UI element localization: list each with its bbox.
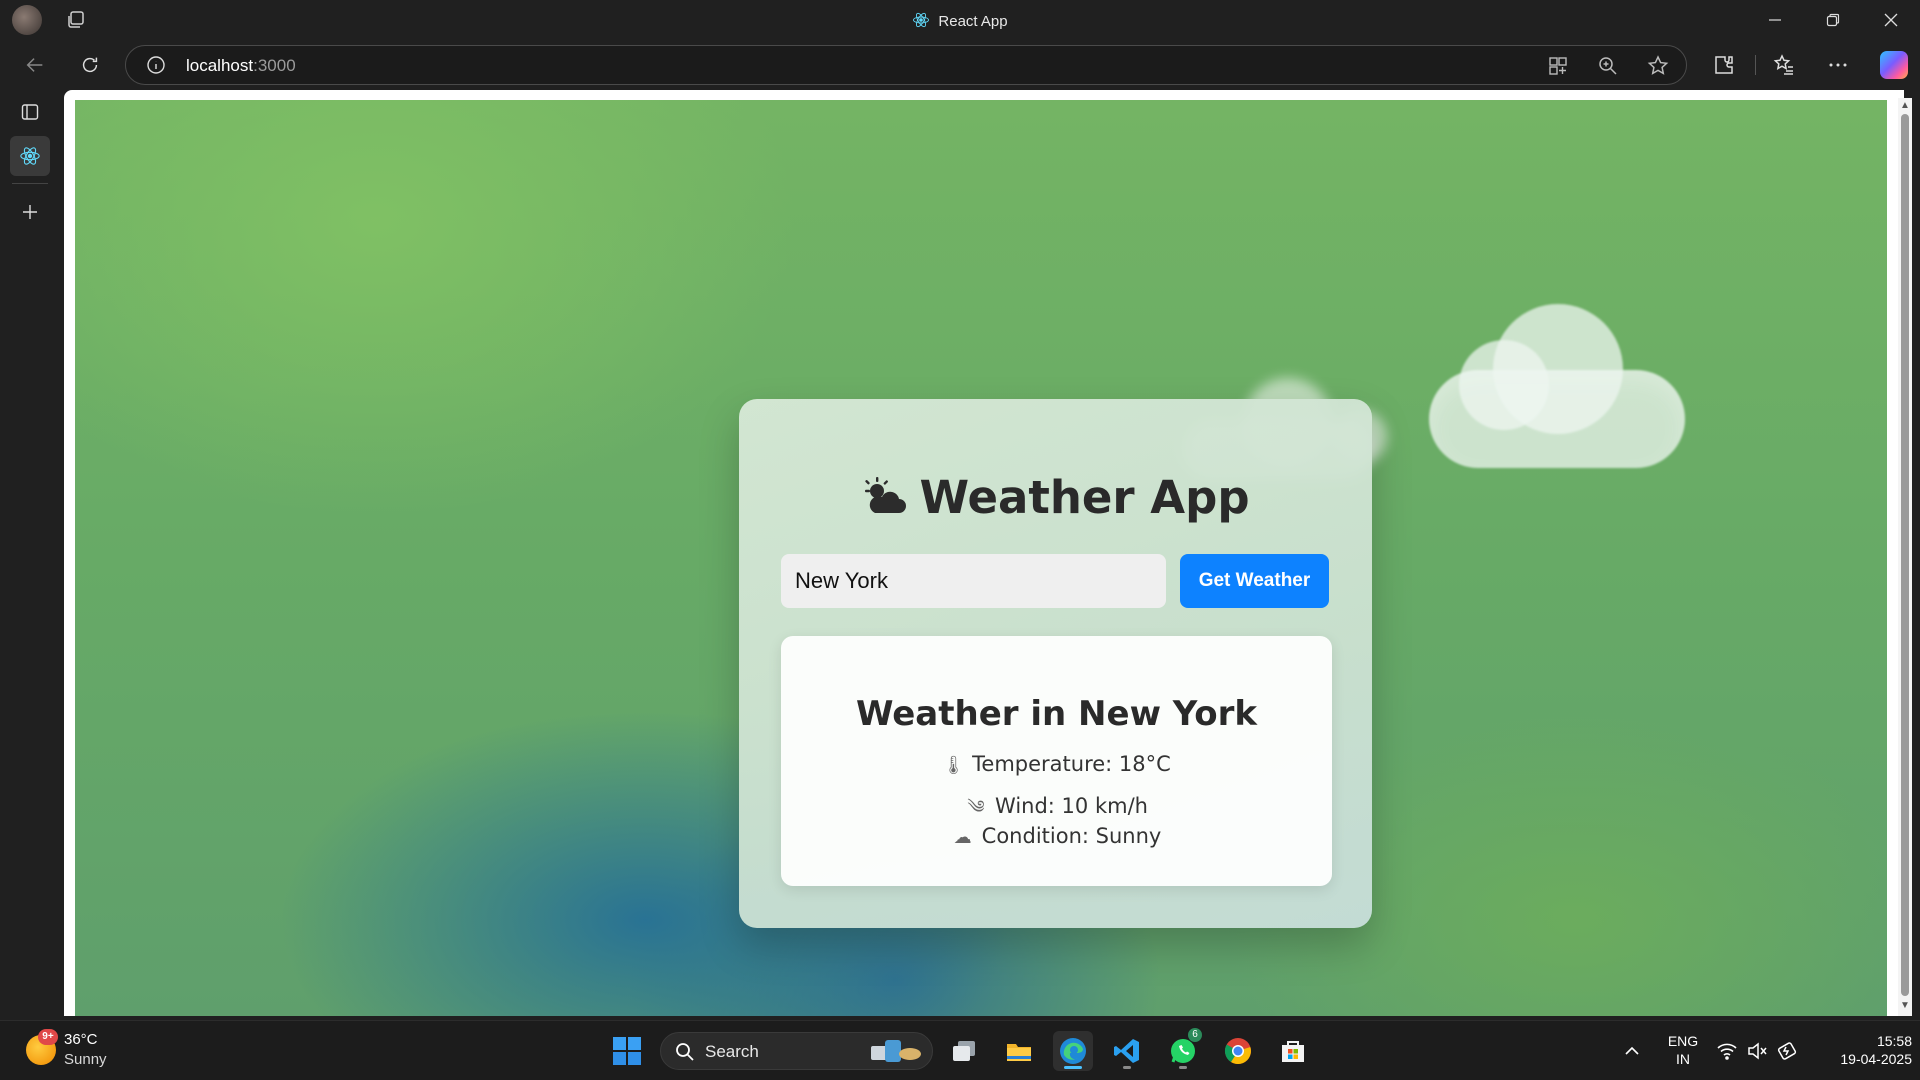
cloud-decoration bbox=[1429, 304, 1685, 468]
window-title-text: React App bbox=[938, 13, 1008, 30]
taskbar-vscode[interactable] bbox=[1107, 1031, 1147, 1071]
language-code: ENG bbox=[1667, 1033, 1699, 1049]
copilot-icon[interactable] bbox=[1880, 51, 1908, 79]
wind-text: Wind: 10 km/h bbox=[995, 794, 1148, 818]
sidebar-divider bbox=[12, 183, 48, 184]
react-logo-icon bbox=[913, 12, 930, 28]
scroll-down-arrow-icon[interactable]: ▼ bbox=[1900, 1001, 1910, 1011]
taskbar-file-explorer[interactable] bbox=[999, 1031, 1039, 1071]
refresh-button[interactable] bbox=[73, 48, 107, 82]
toolbar-divider bbox=[1755, 55, 1756, 75]
extensions-icon[interactable] bbox=[1712, 53, 1736, 77]
clock-time: 15:58 bbox=[1876, 1033, 1912, 1049]
tab-panel-icon bbox=[21, 104, 39, 120]
title-bar: React App bbox=[0, 0, 1920, 40]
start-button[interactable] bbox=[607, 1031, 647, 1071]
clock-date: 19-04-2025 bbox=[1840, 1051, 1912, 1067]
restore-icon bbox=[1826, 13, 1840, 27]
close-icon bbox=[1884, 13, 1898, 27]
folder-icon bbox=[1007, 1044, 1031, 1061]
taskbar-task-view[interactable] bbox=[944, 1031, 984, 1071]
site-info-icon[interactable] bbox=[146, 55, 166, 75]
scroll-up-arrow-icon[interactable]: ▲ bbox=[1900, 101, 1910, 111]
favorites-icon[interactable] bbox=[1772, 53, 1796, 77]
more-options-icon[interactable] bbox=[1826, 53, 1850, 77]
app-title-text: Weather App bbox=[919, 471, 1250, 524]
chrome-icon bbox=[1224, 1038, 1251, 1065]
speaker-muted-icon[interactable] bbox=[1746, 1040, 1768, 1062]
back-arrow-icon bbox=[26, 58, 43, 72]
tab-react-app[interactable] bbox=[10, 136, 50, 176]
running-app-indicator bbox=[1179, 1066, 1187, 1069]
react-logo-icon bbox=[20, 147, 40, 165]
search-highlight-icon bbox=[869, 1040, 925, 1064]
city-search-input[interactable] bbox=[781, 554, 1166, 608]
window-title: React App bbox=[0, 11, 1920, 30]
app-available-icon[interactable] bbox=[1546, 54, 1570, 78]
taskbar-search[interactable]: Search bbox=[660, 1032, 933, 1070]
page-title: Weather App bbox=[739, 471, 1372, 524]
taskbar-whatsapp[interactable]: 6 bbox=[1163, 1027, 1203, 1071]
zoom-icon[interactable] bbox=[1596, 54, 1620, 78]
input-language[interactable]: ENG IN bbox=[1664, 1032, 1702, 1068]
region-code: IN bbox=[1676, 1051, 1690, 1067]
sun-behind-cloud-icon bbox=[865, 477, 907, 513]
minimize-button[interactable] bbox=[1746, 0, 1804, 40]
minimize-icon bbox=[1769, 19, 1781, 21]
active-app-indicator bbox=[1064, 1066, 1082, 1069]
url-port: :3000 bbox=[253, 56, 296, 75]
taskbar-edge[interactable] bbox=[1053, 1031, 1093, 1071]
taskbar-store[interactable] bbox=[1273, 1031, 1313, 1071]
refresh-icon bbox=[82, 57, 98, 73]
result-title: Weather in New York bbox=[855, 694, 1258, 734]
taskbar-temperature[interactable]: 36°C bbox=[64, 1031, 98, 1048]
microsoft-store-icon bbox=[1282, 1041, 1304, 1062]
vertical-tabs-sidebar bbox=[0, 90, 64, 1020]
back-button[interactable] bbox=[18, 48, 52, 82]
chevron-up-icon[interactable] bbox=[1622, 1041, 1642, 1061]
temperature-text: Temperature: 18°C bbox=[972, 752, 1171, 776]
running-app-indicator bbox=[1123, 1066, 1131, 1069]
new-tab-button[interactable] bbox=[10, 192, 50, 232]
whatsapp-unread-badge: 6 bbox=[1187, 1027, 1203, 1043]
condition-text: Condition: Sunny bbox=[981, 824, 1162, 848]
search-label: Search bbox=[705, 1042, 759, 1061]
temperature-row: 🌡 Temperature: 18°C bbox=[781, 752, 1332, 776]
windows-logo-icon bbox=[613, 1037, 641, 1065]
close-button[interactable] bbox=[1862, 0, 1920, 40]
weather-card: Weather App Get Weather Weather in New Y… bbox=[739, 399, 1372, 928]
page-background: Weather App Get Weather Weather in New Y… bbox=[75, 100, 1887, 1016]
url-host: localhost bbox=[186, 56, 254, 75]
favorite-star-icon[interactable] bbox=[1646, 54, 1670, 78]
battery-charging-icon[interactable] bbox=[1775, 1040, 1797, 1062]
url-text[interactable]: localhost:3000 bbox=[186, 56, 296, 76]
restore-button[interactable] bbox=[1804, 0, 1862, 40]
taskbar: 9+ 36°C Sunny Search 6 ENG IN 15:58 19-0… bbox=[0, 1020, 1920, 1080]
weather-notification-badge: 9+ bbox=[38, 1029, 58, 1045]
get-weather-button[interactable]: Get Weather bbox=[1180, 554, 1329, 608]
page-scrollbar[interactable]: ▲ ▼ bbox=[1898, 98, 1912, 1016]
address-bar[interactable]: localhost:3000 bbox=[125, 45, 1687, 85]
clock[interactable]: 15:58 19-04-2025 bbox=[1812, 1032, 1912, 1068]
taskbar-weather-condition[interactable]: Sunny bbox=[64, 1051, 107, 1068]
cloud-icon: ☁ bbox=[953, 827, 972, 848]
scrollbar-thumb[interactable] bbox=[1901, 114, 1909, 996]
task-view-icon bbox=[953, 1041, 975, 1061]
condition-row: ☁ Condition: Sunny bbox=[781, 824, 1332, 848]
taskbar-chrome[interactable] bbox=[1218, 1031, 1258, 1071]
tab-actions-button[interactable] bbox=[10, 92, 50, 132]
thermometer-icon: 🌡 bbox=[942, 755, 966, 776]
vscode-icon bbox=[1114, 1039, 1139, 1063]
edge-browser-icon bbox=[1060, 1038, 1086, 1064]
navigation-bar: localhost:3000 bbox=[0, 40, 1920, 90]
search-icon bbox=[676, 1043, 694, 1061]
wifi-icon[interactable] bbox=[1716, 1040, 1738, 1062]
weather-result-panel: Weather in New York 🌡 Temperature: 18°C ༄… bbox=[781, 636, 1332, 886]
plus-icon bbox=[23, 205, 37, 219]
